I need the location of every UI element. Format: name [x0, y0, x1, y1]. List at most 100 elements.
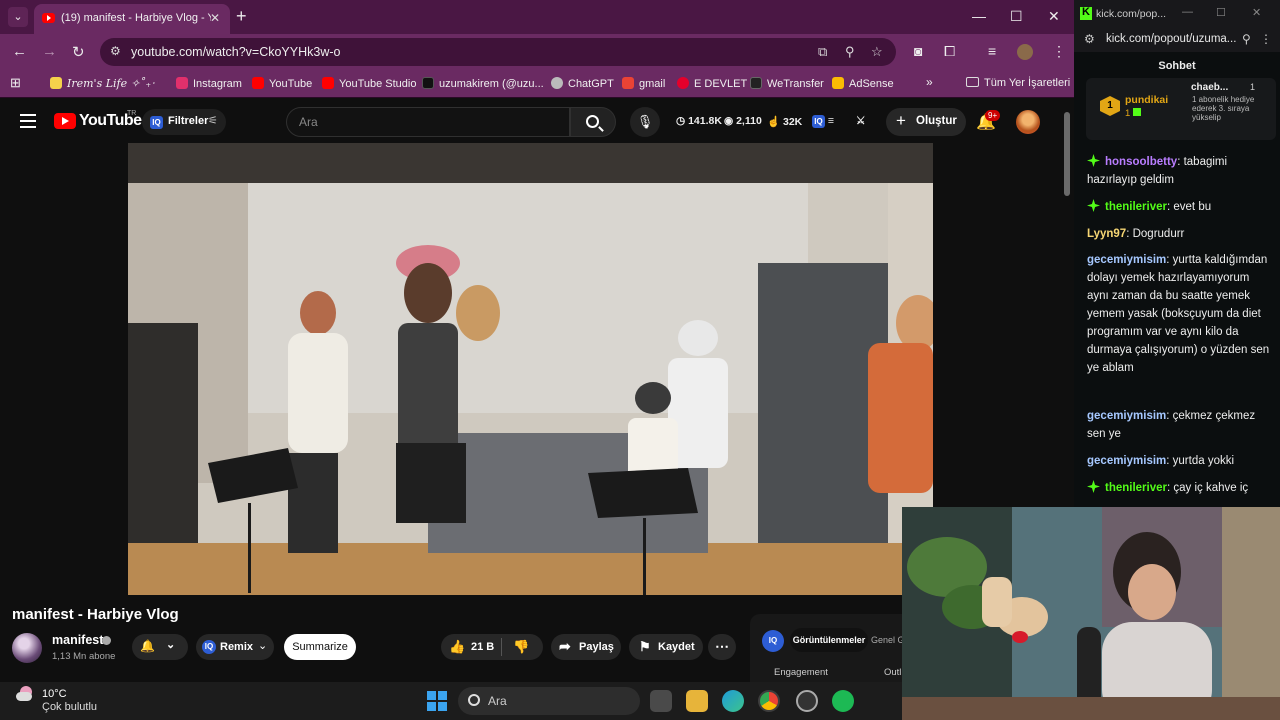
apps-grid-icon[interactable]: ⊞: [10, 75, 21, 91]
reload-button[interactable]: ↻: [72, 43, 85, 61]
maximize-button[interactable]: ☐: [1010, 8, 1023, 25]
close-window-button[interactable]: ✕: [1048, 8, 1060, 25]
tab-active[interactable]: (19) manifest - Harbiye Vlog - Y ✕: [34, 4, 230, 34]
bookmark-star-icon[interactable]: ☆: [871, 44, 883, 60]
like-thumb-icon[interactable]: 👍: [449, 639, 465, 655]
profile-avatar[interactable]: [1017, 44, 1033, 60]
account-avatar[interactable]: [1016, 110, 1040, 134]
chat-username[interactable]: thenileriver: [1105, 201, 1167, 213]
bookmark-youtube-studio[interactable]: YouTube Studio: [322, 77, 416, 90]
page-scrollbar[interactable]: [1064, 112, 1070, 196]
channel-name[interactable]: manifest: [52, 633, 103, 647]
zoom-icon[interactable]: ⚲: [845, 44, 855, 60]
forward-button[interactable]: →: [42, 43, 57, 60]
weather-icon[interactable]: [16, 686, 36, 702]
create-button[interactable]: + Oluştur: [886, 108, 966, 136]
taskbar-search[interactable]: Ara: [458, 687, 640, 715]
chat-text: yurtta kaldığımdan dolayı yemek hazırlay…: [1087, 254, 1270, 374]
filters-button[interactable]: IQ Filtreler ⚟: [142, 109, 226, 135]
dislike-thumb-icon[interactable]: 👎: [513, 639, 529, 655]
search-button[interactable]: [570, 107, 616, 137]
bookmark-gmail[interactable]: gmail: [622, 77, 665, 90]
bookmark-chatgpt[interactable]: ChatGPT: [551, 77, 614, 90]
minimize-button[interactable]: —: [972, 8, 986, 24]
maximize-button[interactable]: ☐: [1216, 6, 1226, 19]
close-window-button[interactable]: ✕: [1252, 6, 1261, 19]
more-bookmarks-icon[interactable]: »: [926, 75, 933, 89]
bookmark-instagram[interactable]: Instagram: [176, 77, 242, 90]
weather-temperature[interactable]: 10°C: [42, 688, 67, 700]
more-actions-icon[interactable]: ⋯: [708, 634, 736, 660]
channel-avatar[interactable]: [12, 633, 42, 663]
bookmark-youtube[interactable]: YouTube: [252, 77, 312, 90]
youtube-logo-icon[interactable]: [54, 113, 76, 129]
ai-tool-icon[interactable]: ⚔: [856, 115, 865, 127]
omnibox[interactable]: ⚙ youtube.com/watch?v=CkoYYHk3w-o ⧉ ⚲ ☆: [100, 38, 896, 66]
bookmark-irems-life[interactable]: Irem's Life ✧˚₊‧: [50, 77, 155, 90]
chrome-icon[interactable]: [758, 690, 780, 712]
youtube-header: YouTube TR IQ Filtreler ⚟ Ara 🎙 ◷ 141.8K…: [0, 100, 1074, 144]
video-player[interactable]: [128, 143, 933, 595]
tab-close-icon[interactable]: ✕: [210, 11, 220, 25]
search-icon[interactable]: ⚲: [1242, 32, 1251, 46]
bookmark-wetransfer[interactable]: WeTransfer: [750, 77, 824, 90]
browser-menu-icon[interactable]: ⋮: [1052, 43, 1066, 60]
region-code: TR: [127, 110, 137, 117]
bookmark-adsense[interactable]: AdSense: [832, 77, 894, 90]
edge-icon[interactable]: [722, 690, 744, 712]
site-info-icon[interactable]: ⚙: [1084, 32, 1095, 46]
extensions-icon[interactable]: ⧠: [944, 43, 955, 60]
obs-icon[interactable]: [796, 690, 818, 712]
chat-username[interactable]: gecemiymisim: [1087, 455, 1166, 467]
second-count: 1: [1250, 82, 1256, 92]
webcam-frame: [902, 507, 1280, 720]
summarize-button[interactable]: Summarize: [284, 634, 356, 660]
minimize-button[interactable]: —: [1182, 6, 1193, 18]
weather-condition[interactable]: Çok bulutlu: [42, 701, 97, 713]
chat-username[interactable]: honsoolbetty: [1105, 156, 1177, 168]
save-button[interactable]: ⚑ Kaydet: [629, 634, 703, 660]
site-info-icon[interactable]: ⚙: [110, 44, 121, 58]
chat-url[interactable]: kick.com/popout/uzuma...: [1106, 33, 1236, 45]
windows-start-icon[interactable]: [427, 691, 447, 711]
chat-text: yurtda yokki: [1172, 455, 1235, 467]
task-view-icon[interactable]: [650, 690, 672, 712]
analytics-panel: IQ Görüntülenmeler Genel G Engagement Ou…: [750, 614, 910, 682]
install-app-icon[interactable]: ⧉: [818, 44, 827, 60]
back-button[interactable]: ←: [12, 43, 27, 60]
bookmark-label: AdSense: [849, 78, 894, 90]
tab-general[interactable]: Genel G: [871, 635, 905, 645]
chat-address-bar: ⚙ kick.com/popout/uzuma... ⚲ ⋮: [1074, 28, 1280, 52]
chat-username[interactable]: Lyyn97: [1087, 228, 1126, 240]
camera-extension-icon[interactable]: ◙: [914, 43, 922, 59]
remix-button[interactable]: IQ Remix ⌄: [196, 634, 274, 660]
menu-icon[interactable]: ⋮: [1260, 32, 1272, 46]
share-button[interactable]: ➦ Paylaş: [551, 634, 621, 660]
iq-badge-icon: IQ: [812, 115, 825, 128]
bookmark-label: YouTube Studio: [339, 78, 417, 90]
search-input[interactable]: Ara: [286, 107, 570, 137]
spotify-icon[interactable]: [832, 690, 854, 712]
chat-username[interactable]: gecemiymisim: [1087, 254, 1166, 266]
url-text[interactable]: youtube.com/watch?v=CkoYYHk3w-o: [131, 45, 340, 59]
chat-username[interactable]: gecemiymisim: [1087, 410, 1166, 422]
all-bookmarks-folder[interactable]: Tüm Yer İşaretleri: [966, 77, 1070, 89]
chat-username[interactable]: thenileriver: [1105, 482, 1167, 494]
bookmark-tiktok[interactable]: uzumakirem (@uzu...: [422, 77, 544, 90]
media-controls-icon[interactable]: ≡: [988, 43, 996, 59]
win-pane: [427, 702, 436, 711]
subscribe-bell-button[interactable]: 🔔 ⌄: [132, 634, 188, 660]
bookmark-label: WeTransfer: [767, 78, 824, 90]
like-count[interactable]: 21 B: [471, 641, 494, 653]
menu-hamburger-icon[interactable]: [20, 114, 36, 128]
bookmark-label: Irem's Life ✧˚₊‧: [67, 77, 155, 90]
voice-search-button[interactable]: 🎙: [630, 107, 660, 137]
tab-search-button[interactable]: ⌄: [8, 7, 28, 27]
leaderboard-banner[interactable]: 1 pundikai 1 chaeb... 1 1 abonelik hediy…: [1086, 78, 1276, 140]
tab-views[interactable]: Görüntülenmeler: [790, 628, 868, 652]
file-explorer-icon[interactable]: [686, 690, 708, 712]
new-tab-button[interactable]: +: [236, 6, 247, 27]
share-arrow-icon: ➦: [559, 638, 571, 654]
iq-extension-icon[interactable]: IQ ≡: [812, 115, 834, 128]
bookmark-edevlet[interactable]: E DEVLET: [677, 77, 747, 90]
